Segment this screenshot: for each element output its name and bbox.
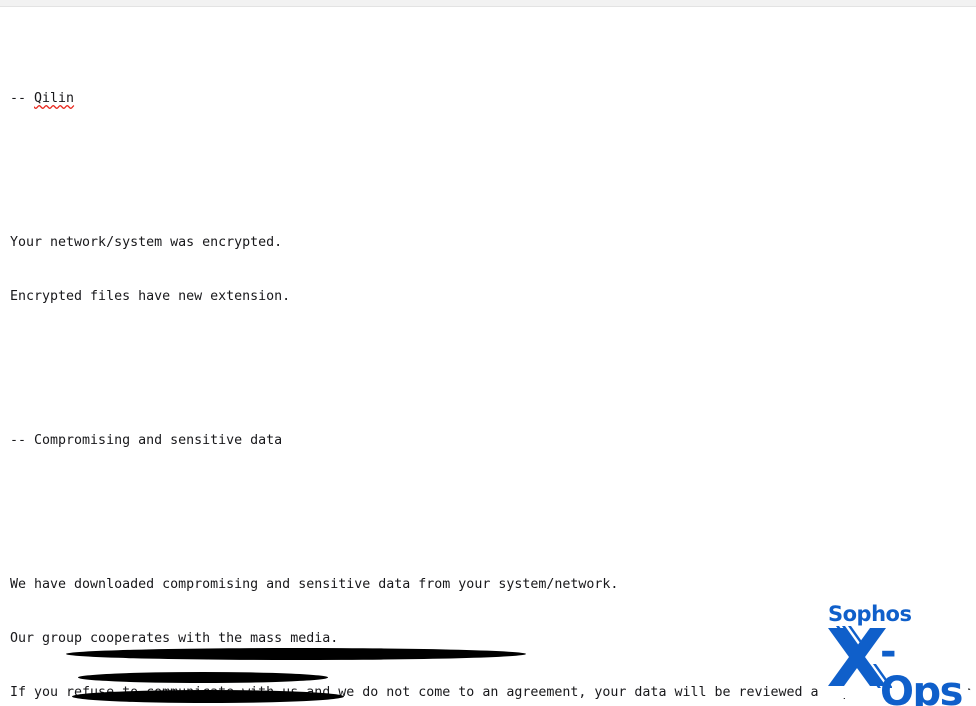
- ops-wordmark: -Ops: [880, 629, 963, 706]
- note-header: -- Qilin: [10, 90, 976, 108]
- redaction-stroke-domain-overlap: [66, 648, 526, 660]
- redaction-stroke-login-overlap: [78, 672, 328, 683]
- note-header-prefix: --: [10, 91, 35, 106]
- compromising-line-1: We have downloaded compromising and sens…: [10, 577, 619, 592]
- screenshot-root: -- Qilin Your network/system was encrypt…: [0, 0, 976, 706]
- window-top-strip: [0, 0, 976, 7]
- redaction-stroke-password-overlap: [72, 690, 344, 703]
- sophos-x-ops-logo: Sophos -Ops: [818, 602, 968, 706]
- sophos-wordmark: Sophos: [828, 602, 912, 626]
- intro-line-1: Your network/system was encrypted.: [10, 235, 283, 250]
- section-heading-compromising: -- Compromising and sensitive data: [10, 433, 283, 448]
- note-header-word: Qilin: [34, 91, 75, 106]
- intro-line-2: Encrypted files have new extension.: [10, 289, 291, 304]
